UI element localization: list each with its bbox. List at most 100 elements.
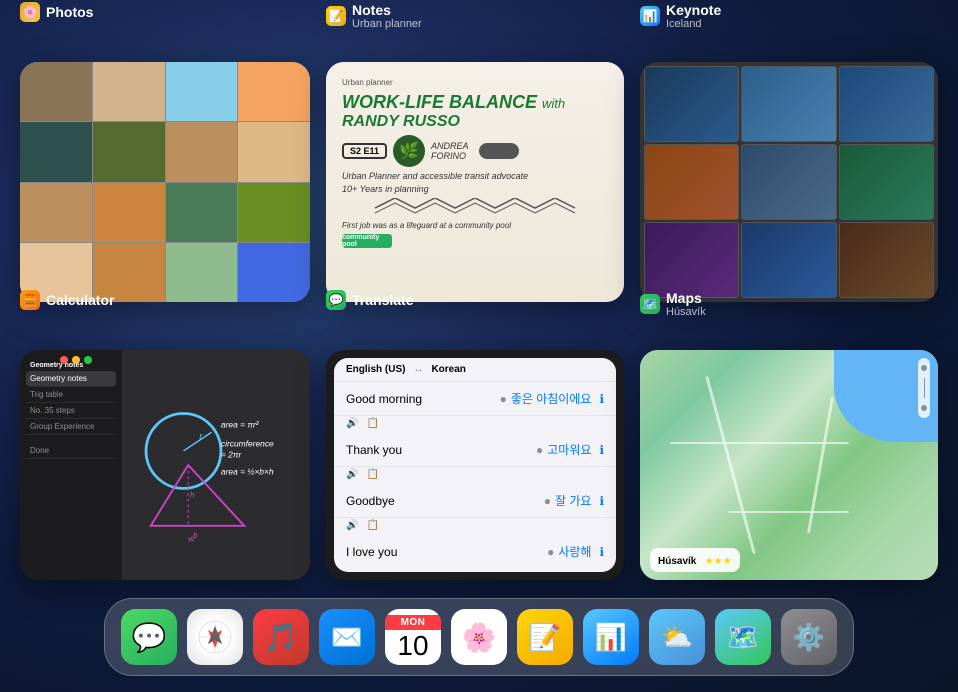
translate-info-1: ℹ bbox=[599, 392, 604, 406]
keynote-title-group: Keynote Iceland bbox=[666, 2, 721, 30]
calculator-icon: 🧮 bbox=[20, 290, 40, 310]
keynote-subtitle: Iceland bbox=[666, 18, 721, 30]
maps-window[interactable]: Húsavík ★★★ bbox=[640, 350, 938, 580]
notes-early: First job was as a lifeguard at a commun… bbox=[342, 221, 608, 230]
translate-actions-2: 🔊 📋 bbox=[334, 467, 616, 484]
translate-ko-2: 고마워요 bbox=[547, 441, 591, 458]
calc-main: r b h w area = πr² circumference = 2π bbox=[122, 350, 311, 580]
photo-cell bbox=[238, 183, 310, 242]
photos-icon: 🌸 bbox=[20, 2, 40, 22]
notes-doc-title: Urban planner bbox=[342, 78, 608, 87]
dock-photos[interactable]: 🌸 bbox=[451, 609, 507, 665]
translate-icon: 💬 bbox=[326, 290, 346, 310]
calc-sidebar: Geometry notes Geometry notes Trig table… bbox=[20, 350, 122, 580]
dock-maps[interactable]: 🗺️ bbox=[715, 609, 771, 665]
translate-right-3: ● 잘 가요 ℹ bbox=[544, 492, 604, 509]
calc-item: Trig table bbox=[26, 387, 116, 403]
calculator-card-wrapper: 🧮 Calculator Geometry notes Geometry not… bbox=[20, 318, 310, 580]
photos-title-group: Photos bbox=[46, 4, 93, 20]
maps-title-group: Maps Húsavík bbox=[666, 290, 706, 318]
translate-lang-ko: Korean bbox=[431, 364, 465, 375]
translate-en-2: Thank you bbox=[346, 443, 402, 457]
photo-cell bbox=[166, 122, 238, 181]
translate-ko-4: 사랑해 bbox=[558, 543, 591, 560]
dock-weather[interactable]: ⛅ bbox=[649, 609, 705, 665]
translate-window[interactable]: English (US) ↔ Korean Good morning ● 좋은 … bbox=[326, 350, 624, 580]
calculator-header: 🧮 Calculator bbox=[20, 290, 114, 310]
dock: 💬 🎵 ✉️ MON 10 🌸 📝 📊 ⛅ bbox=[104, 598, 854, 676]
translate-info-3: ℹ bbox=[599, 494, 604, 508]
photos-dock-icon: 🌸 bbox=[462, 621, 497, 654]
dock-settings[interactable]: ⚙️ bbox=[781, 609, 837, 665]
keynote-slide bbox=[644, 66, 739, 142]
translate-en-4: I love you bbox=[346, 545, 397, 559]
weather-icon: ⛅ bbox=[661, 622, 693, 653]
map-scroll-line bbox=[924, 378, 925, 398]
photos-window[interactable] bbox=[20, 62, 310, 302]
calc-item: Geometry notes bbox=[26, 371, 116, 387]
calculator-title-group: Calculator bbox=[46, 292, 114, 308]
notes-main-title: WORK-LIFE BALANCE with bbox=[342, 93, 608, 113]
photo-cell bbox=[93, 62, 165, 121]
dock-music[interactable]: 🎵 bbox=[253, 609, 309, 665]
map-location-text: Húsavík bbox=[658, 556, 696, 567]
translate-speaker-2: 🔊 bbox=[346, 469, 358, 480]
dock-calendar[interactable]: MON 10 bbox=[385, 609, 441, 665]
notes-deco bbox=[479, 143, 519, 159]
svg-text:= 2πr: = 2πr bbox=[220, 450, 242, 460]
translate-right-2: ● 고마워요 ℹ bbox=[536, 441, 604, 458]
translate-speaker-3: 🔊 bbox=[346, 520, 358, 531]
calc-item: Group Experience bbox=[26, 419, 116, 435]
notes-window[interactable]: Urban planner WORK-LIFE BALANCE with RAN… bbox=[326, 62, 624, 302]
photo-cell bbox=[93, 122, 165, 181]
notes-badge: S2 E11 bbox=[342, 143, 387, 159]
keynote-slide bbox=[741, 144, 836, 220]
keynote-slide bbox=[741, 66, 836, 142]
translate-bullet-4: ● bbox=[547, 545, 554, 559]
maximize-dot bbox=[84, 356, 92, 364]
dock-keynote[interactable]: 📊 bbox=[583, 609, 639, 665]
translate-inner: English (US) ↔ Korean Good morning ● 좋은 … bbox=[334, 358, 616, 572]
notes-icon: 📝 bbox=[326, 6, 346, 26]
translate-bullet-2: ● bbox=[536, 443, 543, 457]
map-scroll bbox=[918, 358, 930, 418]
keynote-dock-icon: 📊 bbox=[595, 622, 627, 653]
notes-title-group: Notes Urban planner bbox=[352, 2, 422, 30]
dock-mail[interactable]: ✉️ bbox=[319, 609, 375, 665]
translate-info-4: ℹ bbox=[599, 545, 604, 559]
keynote-window[interactable] bbox=[640, 62, 938, 302]
calculator-window[interactable]: Geometry notes Geometry notes Trig table… bbox=[20, 350, 310, 580]
calc-item: Done bbox=[26, 443, 116, 459]
notes-badge-row: S2 E11 🌿 ANDREAFORINO bbox=[342, 135, 608, 167]
translate-arrow: ↔ bbox=[413, 364, 423, 375]
translate-right-1: ● 좋은 아침이에요 ℹ bbox=[500, 390, 604, 407]
svg-text:w: w bbox=[188, 534, 195, 544]
keynote-slide bbox=[839, 222, 934, 298]
safari-icon bbox=[196, 618, 234, 656]
translate-row-1: Good morning ● 좋은 아침이에요 ℹ bbox=[334, 382, 616, 416]
keynote-slide bbox=[644, 144, 739, 220]
translate-title: Translate bbox=[352, 292, 413, 308]
messages-icon: 💬 bbox=[132, 621, 167, 654]
translate-row-4: I love you ● 사랑해 ℹ bbox=[334, 535, 616, 568]
svg-text:h: h bbox=[190, 490, 195, 500]
settings-icon: ⚙️ bbox=[793, 622, 825, 653]
svg-text:circumference: circumference bbox=[220, 438, 273, 448]
notes-title: Notes bbox=[352, 2, 422, 18]
translate-actions-1: 🔊 📋 bbox=[334, 416, 616, 433]
photo-cell bbox=[20, 62, 92, 121]
map-stars: ★★★ bbox=[705, 556, 732, 567]
close-dot bbox=[60, 356, 68, 364]
photos-title: Photos bbox=[46, 4, 93, 20]
notes-header: 📝 Notes Urban planner bbox=[326, 2, 422, 30]
notes-subtitle-text: Urban Planner and accessible transit adv… bbox=[342, 171, 608, 181]
notes-content: Urban planner WORK-LIFE BALANCE with RAN… bbox=[326, 62, 624, 302]
notes-decoration bbox=[342, 198, 608, 218]
notes-name: RANDY RUSSO bbox=[342, 113, 608, 131]
dock-safari[interactable] bbox=[187, 609, 243, 665]
dock-messages[interactable]: 💬 bbox=[121, 609, 177, 665]
dock-notes[interactable]: 📝 bbox=[517, 609, 573, 665]
map-scroll-dot bbox=[921, 365, 927, 371]
keynote-header: 📊 Keynote Iceland bbox=[640, 2, 721, 30]
keynote-slide bbox=[644, 222, 739, 298]
